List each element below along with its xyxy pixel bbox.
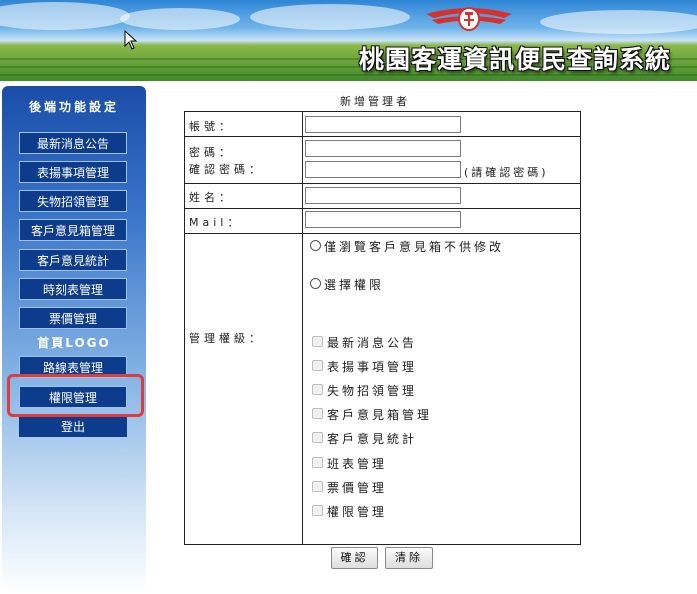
sidebar-item-label: 表揚事項管理 [36, 166, 109, 180]
permission-label: 班表管理 [327, 457, 388, 471]
form-title: 新增管理者 [340, 95, 410, 108]
clear-button[interactable]: 清除 [385, 547, 433, 569]
confirm-password-label: 確認密碼： [189, 163, 264, 176]
sidebar-item-label: 時刻表管理 [42, 283, 103, 297]
permission-label: 客戶意見統計 [327, 432, 418, 446]
sidebar-item-label: 客戶意見箱管理 [30, 224, 115, 238]
sidebar-item-label: 票價管理 [48, 312, 97, 326]
sidebar-item-label: 路線表管理 [42, 361, 103, 375]
permission-checkbox-feedback-box[interactable] [312, 408, 323, 419]
account-label: 帳號： [189, 120, 234, 133]
select-permissions-option-label: 選擇權限 [324, 278, 385, 292]
cloud-decoration [0, 2, 130, 30]
cloud-decoration [120, 8, 240, 30]
name-label: 姓名： [189, 191, 234, 204]
row-divider [185, 136, 580, 137]
permission-label: 失物招領管理 [327, 384, 418, 398]
cloud-decoration [540, 10, 697, 34]
sidebar-item-feedback-stats[interactable]: 客戶意見統計 [19, 249, 127, 271]
permission-checkbox-lost-found[interactable] [312, 384, 323, 395]
permission-label: 權限管理 [327, 505, 388, 519]
password-input[interactable] [305, 140, 461, 157]
sidebar-item-homepage-logo[interactable]: 首頁LOGO [2, 334, 146, 351]
permission-checkbox-commendations[interactable] [312, 360, 323, 371]
permission-label: 票價管理 [327, 481, 388, 495]
permission-checkbox-feedback-stats[interactable] [312, 432, 323, 443]
permission-label: 表揚事項管理 [327, 360, 418, 374]
permission-checkbox-shift-schedule[interactable] [312, 457, 323, 468]
mail-label: Mail： [189, 216, 243, 229]
permission-label: 客戶意見箱管理 [327, 408, 433, 422]
logout-button[interactable]: 登出 [19, 417, 127, 437]
sidebar-item-news[interactable]: 最新消息公告 [19, 132, 127, 154]
bus-company-emblem-icon [426, 7, 512, 31]
add-admin-form-table: 帳號： 密碼： 確認密碼： (請確認密碼) 姓名： Mail： 管理權級： 僅瀏… [184, 111, 581, 545]
confirm-password-hint: (請確認密碼) [464, 166, 549, 179]
sidebar-item-label: 客戶意見統計 [36, 254, 109, 268]
permission-checkbox-news[interactable] [312, 336, 323, 347]
row-divider [185, 233, 580, 234]
row-divider [185, 208, 580, 209]
permission-checkbox-fares[interactable] [312, 481, 323, 492]
sidebar: 後端功能設定 最新消息公告 表揚事項管理 失物招領管理 客戶意見箱管理 客戶意見… [2, 86, 146, 594]
column-divider [302, 112, 303, 544]
row-divider [185, 183, 580, 184]
password-label: 密碼： [189, 146, 234, 159]
confirm-button[interactable]: 確認 [331, 547, 378, 569]
name-input[interactable] [305, 187, 461, 204]
sidebar-item-commendations[interactable]: 表揚事項管理 [19, 161, 127, 183]
mail-input[interactable] [305, 211, 461, 228]
site-title: 桃園客運資訊便民查詢系統 [358, 45, 671, 74]
account-input[interactable] [305, 116, 461, 133]
view-only-radio[interactable] [310, 240, 321, 251]
header-banner: 桃園客運資訊便民查詢系統 [0, 0, 697, 81]
sidebar-item-feedback-box[interactable]: 客戶意見箱管理 [19, 219, 127, 241]
view-only-option-label: 僅瀏覽客戶意見箱不供修改 [324, 240, 505, 254]
cloud-decoration [250, 4, 410, 30]
mouse-pointer-icon [124, 30, 138, 50]
sidebar-item-fares[interactable]: 票價管理 [19, 307, 127, 329]
sidebar-title: 後端功能設定 [28, 100, 119, 114]
sidebar-item-timetable[interactable]: 時刻表管理 [19, 278, 127, 300]
permission-checkbox-permissions[interactable] [312, 505, 323, 516]
sidebar-item-lost-found[interactable]: 失物招領管理 [19, 190, 127, 212]
highlight-box [7, 374, 144, 417]
sidebar-item-label: 失物招領管理 [36, 195, 109, 209]
confirm-password-input[interactable] [305, 161, 461, 178]
permission-level-label: 管理權級： [189, 332, 264, 345]
permission-label: 最新消息公告 [327, 336, 418, 350]
sidebar-item-label: 最新消息公告 [36, 137, 109, 151]
select-permissions-radio[interactable] [310, 278, 321, 289]
